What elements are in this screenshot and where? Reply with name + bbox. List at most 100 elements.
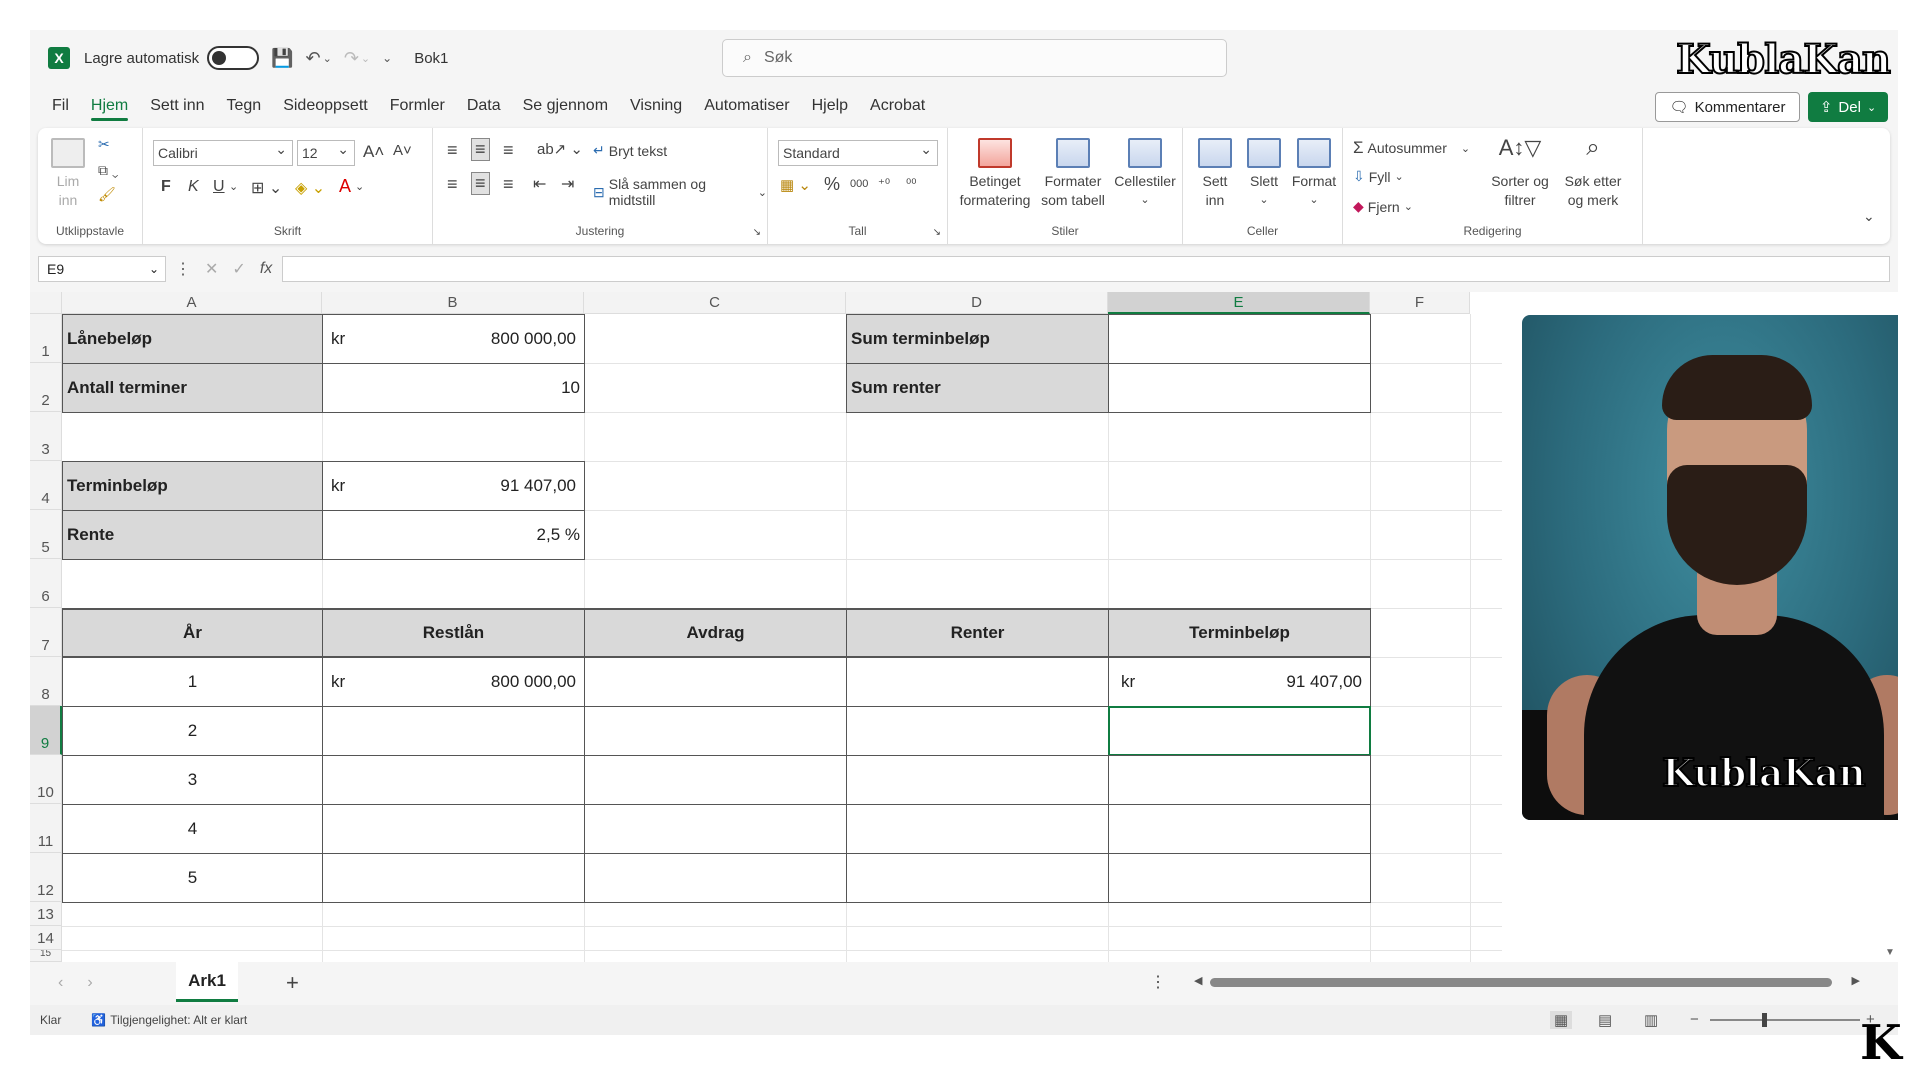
align-right-icon[interactable]: ≡ — [503, 174, 514, 195]
zoom-slider-handle[interactable] — [1762, 1013, 1767, 1027]
italic-button[interactable]: K — [188, 178, 199, 196]
orientation-icon[interactable]: ab↗ ⌄ — [537, 140, 583, 158]
zoom-slider[interactable] — [1710, 1019, 1860, 1021]
row-header-14[interactable]: 14 — [30, 926, 62, 950]
cell-b2[interactable]: 10 — [322, 363, 585, 413]
menu-draw[interactable]: Tegn — [227, 91, 262, 121]
menu-formulas[interactable]: Formler — [390, 91, 445, 121]
row-header-6[interactable]: 6 — [30, 559, 62, 608]
fill-color-icon[interactable]: ◈ ⌄ — [295, 178, 325, 198]
collapse-ribbon-icon[interactable]: ⌄ — [1863, 208, 1875, 225]
undo-dropdown-icon[interactable]: ⌄ — [323, 52, 332, 65]
format-cells-button[interactable]: Format ⌄ — [1289, 138, 1339, 210]
redo-dropdown-icon[interactable]: ⌄ — [361, 52, 370, 65]
increase-decimal-icon[interactable]: ⁺⁰ — [878, 176, 890, 192]
scroll-left-icon[interactable]: ◀ — [1194, 974, 1202, 987]
cell-c11[interactable] — [584, 804, 847, 854]
format-as-table-button[interactable]: Formater som tabell — [1036, 138, 1110, 210]
cell-d10[interactable] — [846, 755, 1109, 805]
cell-b5[interactable]: 2,5 % — [322, 510, 585, 560]
row-header-4[interactable]: 4 — [30, 461, 62, 510]
cell-b11[interactable] — [322, 804, 585, 854]
menu-data[interactable]: Data — [467, 91, 501, 121]
align-middle-icon[interactable]: ≡ — [471, 138, 490, 161]
cell-c9[interactable] — [584, 706, 847, 756]
increase-font-icon[interactable]: A˄ — [363, 142, 384, 162]
cell-a4[interactable]: Terminbeløp — [62, 461, 323, 511]
more-icon[interactable]: ⋮ — [175, 259, 191, 279]
formula-input[interactable] — [282, 256, 1890, 282]
underline-button[interactable]: U — [213, 178, 225, 196]
format-painter-icon[interactable]: 🖌 — [98, 186, 116, 203]
menu-file[interactable]: Fil — [52, 91, 69, 121]
cell-c7[interactable]: Avdrag — [584, 608, 847, 658]
cell-c8[interactable] — [584, 657, 847, 707]
autosave-toggle[interactable] — [207, 46, 260, 70]
borders-icon[interactable]: ⊞ ⌄ — [251, 178, 282, 198]
cell-e2[interactable] — [1108, 363, 1371, 413]
cancel-icon[interactable]: ✕ — [205, 259, 218, 279]
cell-b4[interactable]: kr 91 407,00 — [322, 461, 585, 511]
cell-e7[interactable]: Terminbeløp — [1108, 608, 1371, 658]
horizontal-scroll-thumb[interactable] — [1210, 978, 1832, 987]
accounting-icon[interactable]: ▦ ⌄ — [780, 176, 811, 194]
cell-c10[interactable] — [584, 755, 847, 805]
cell-a2[interactable]: Antall terminer — [62, 363, 323, 413]
cell-a7[interactable]: År — [62, 608, 323, 658]
cell-b12[interactable] — [322, 853, 585, 903]
row-header-8[interactable]: 8 — [30, 657, 62, 706]
row-header-3[interactable]: 3 — [30, 412, 62, 461]
horizontal-scrollbar[interactable]: ◀ ▶ — [1190, 972, 1880, 992]
row-header-2[interactable]: 2 — [30, 363, 62, 412]
align-bottom-icon[interactable]: ≡ — [503, 140, 514, 161]
menu-home[interactable]: Hjem — [90, 91, 129, 121]
bold-button[interactable]: F — [161, 178, 171, 196]
conditional-formatting-button[interactable]: Betinget formatering — [958, 138, 1032, 210]
cell-b1[interactable]: kr 800 000,00 — [322, 314, 585, 364]
accessibility-icon[interactable]: ♿ — [91, 1013, 106, 1027]
cell-a8[interactable]: 1 — [62, 657, 323, 707]
row-header-7[interactable]: 7 — [30, 608, 62, 657]
thousands-button[interactable]: 000 — [850, 178, 868, 190]
zoom-out-button[interactable]: − — [1690, 1011, 1699, 1028]
underline-dropdown-icon[interactable]: ⌄ — [229, 180, 238, 193]
autosum-button[interactable]: Σ Autosummer ⌄ — [1353, 138, 1470, 158]
row-header-11[interactable]: 11 — [30, 804, 62, 853]
alignment-launcher-icon[interactable]: ↘ — [753, 227, 761, 238]
cell-d7[interactable]: Renter — [846, 608, 1109, 658]
increase-indent-icon[interactable]: ⇥ — [561, 174, 574, 194]
column-header-f[interactable]: F — [1370, 292, 1470, 314]
menu-review[interactable]: Se gjennom — [523, 91, 608, 121]
delete-cells-button[interactable]: Slett ⌄ — [1241, 138, 1287, 210]
percent-button[interactable]: % — [824, 174, 840, 195]
font-color-dropdown-icon[interactable]: ⌄ — [355, 180, 364, 193]
cell-b7[interactable]: Restlån — [322, 608, 585, 658]
cell-b10[interactable] — [322, 755, 585, 805]
cell-c12[interactable] — [584, 853, 847, 903]
customize-toolbar-icon[interactable]: ⌄ — [382, 51, 392, 65]
copy-icon[interactable]: ⧉ ⌄ — [98, 162, 119, 179]
align-top-icon[interactable]: ≡ — [447, 140, 458, 161]
comments-button[interactable]: 🗨 Kommentarer — [1655, 92, 1800, 122]
column-header-d[interactable]: D — [846, 292, 1108, 314]
cell-a10[interactable]: 3 — [62, 755, 323, 805]
cell-e1[interactable] — [1108, 314, 1371, 364]
page-layout-view-icon[interactable]: ▤ — [1598, 1011, 1612, 1029]
cell-e10[interactable] — [1108, 755, 1371, 805]
decrease-font-icon[interactable]: A˅ — [393, 142, 412, 159]
cell-b8[interactable]: kr 800 000,00 — [322, 657, 585, 707]
menu-automate[interactable]: Automatiser — [704, 91, 789, 121]
column-header-c[interactable]: C — [584, 292, 846, 314]
cell-styles-button[interactable]: Cellestiler ⌄ — [1108, 138, 1182, 210]
sheet-tab-ark1[interactable]: Ark1 — [176, 962, 238, 1002]
cell-d11[interactable] — [846, 804, 1109, 854]
add-sheet-button[interactable]: + — [286, 970, 299, 996]
cell-a11[interactable]: 4 — [62, 804, 323, 854]
row-header-12[interactable]: 12 — [30, 853, 62, 902]
accessibility-status[interactable]: Tilgjengelighet: Alt er klart — [110, 1013, 247, 1027]
cell-d1[interactable]: Sum terminbeløp — [846, 314, 1109, 364]
insert-function-icon[interactable]: fx — [260, 260, 272, 278]
row-header-13[interactable]: 13 — [30, 902, 62, 926]
align-center-icon[interactable]: ≡ — [471, 172, 490, 195]
font-name-select[interactable]: Calibri — [153, 140, 293, 166]
